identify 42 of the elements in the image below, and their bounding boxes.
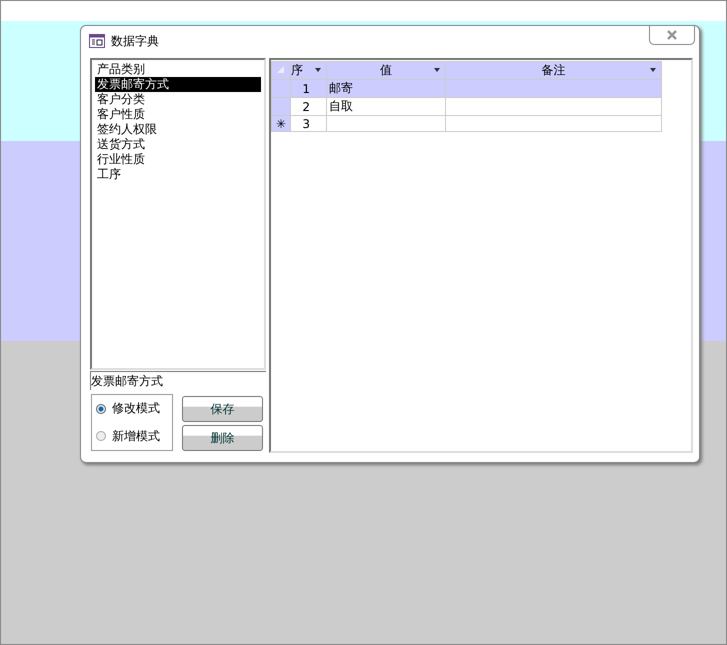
column-header[interactable]: 值 (326, 62, 446, 80)
list-item[interactable]: 客户分类 (95, 92, 261, 107)
list-item[interactable]: 工序 (95, 167, 261, 182)
table-row[interactable]: 1 邮寄 (272, 80, 690, 98)
table-cell[interactable]: 邮寄 (326, 80, 446, 98)
dropdown-icon[interactable] (650, 68, 656, 72)
window-title: 数据字典 (111, 32, 159, 50)
list-item[interactable]: 签约人权限 (95, 122, 261, 137)
list-item[interactable]: 行业性质 (95, 152, 261, 167)
table-cell[interactable] (446, 80, 662, 98)
column-header[interactable]: 序 (290, 62, 326, 80)
list-item[interactable]: 产品类别 (95, 62, 261, 77)
category-field[interactable]: 发票邮寄方式 (90, 371, 266, 390)
table-cell[interactable]: 3 (290, 116, 326, 132)
close-button[interactable] (649, 26, 695, 45)
column-header[interactable]: 备注 (446, 62, 662, 80)
list-item[interactable]: 客户性质 (95, 107, 261, 122)
close-icon (666, 30, 678, 40)
dropdown-icon[interactable] (434, 68, 440, 72)
row-selector[interactable]: ✳ (272, 116, 290, 132)
radio-button[interactable] (96, 404, 106, 414)
row-selector[interactable] (272, 98, 290, 116)
table-row[interactable]: 2 自取 (272, 98, 690, 116)
radio-label: 新增模式 (112, 428, 160, 445)
form-icon (89, 34, 105, 48)
category-list[interactable]: 产品类别 发票邮寄方式 客户分类 客户性质 签约人权限 送货方式 行业性质 工序 (90, 58, 266, 370)
table-cell[interactable] (446, 98, 662, 116)
table-cell[interactable] (326, 116, 446, 132)
dropdown-icon[interactable] (315, 68, 321, 72)
list-item[interactable]: 送货方式 (95, 137, 261, 152)
table-cell[interactable]: 自取 (326, 98, 446, 116)
table-cell[interactable] (446, 116, 662, 132)
table-row[interactable]: ✳ 3 (272, 116, 690, 132)
radio-button[interactable] (96, 431, 106, 442)
action-button[interactable]: 保存 (182, 396, 263, 422)
list-item[interactable]: 发票邮寄方式 (95, 77, 261, 92)
table-cell[interactable]: 1 (290, 80, 326, 98)
action-button[interactable]: 删除 (182, 425, 263, 451)
radio-label: 修改模式 (112, 400, 160, 418)
select-all-corner[interactable] (272, 62, 290, 80)
row-selector[interactable] (272, 80, 290, 98)
table-cell[interactable]: 2 (290, 98, 326, 116)
